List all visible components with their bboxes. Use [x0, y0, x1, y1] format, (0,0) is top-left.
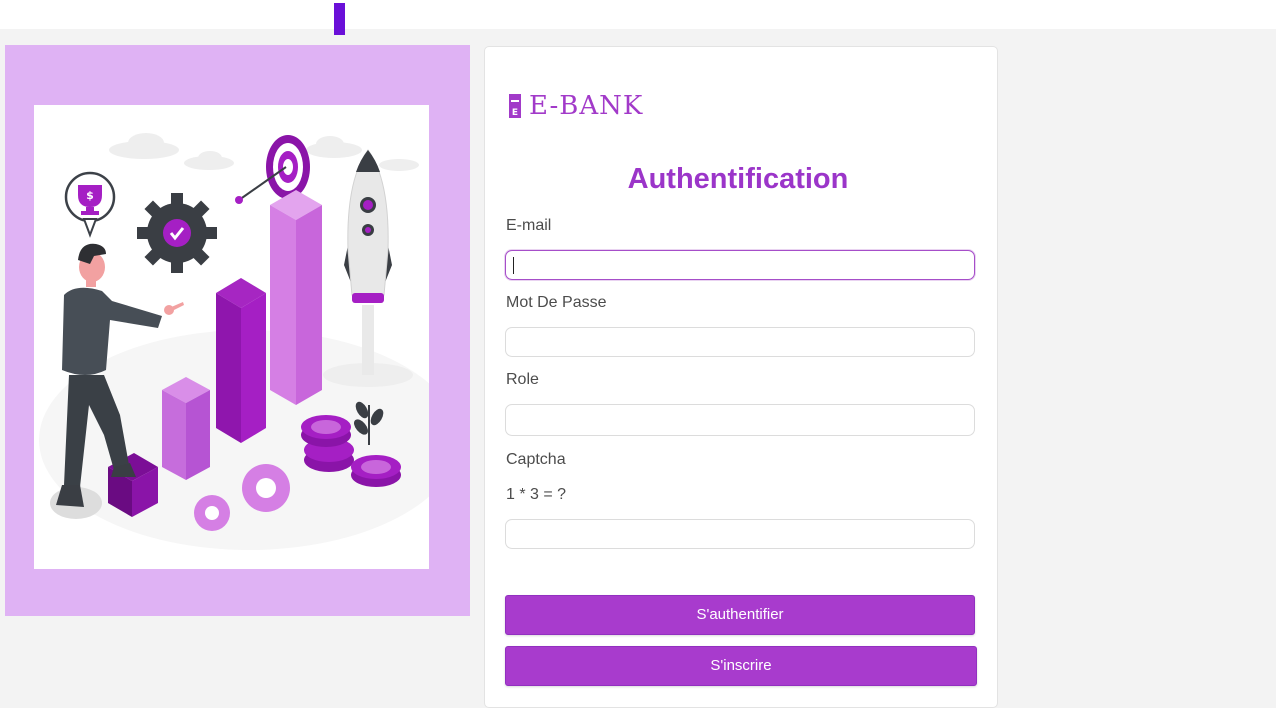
bank-logo-icon: E	[509, 94, 521, 118]
brand: E E-BANK	[509, 91, 643, 121]
captcha-label: Captcha	[506, 451, 566, 468]
brand-name: E-BANK	[529, 91, 644, 121]
password-label: Mot De Passe	[506, 294, 607, 311]
captcha-field[interactable]	[505, 519, 975, 549]
login-button[interactable]: S'authentifier	[505, 595, 975, 635]
role-label: Role	[506, 371, 539, 388]
text-caret	[513, 257, 514, 274]
page-title: Authentification	[627, 163, 849, 195]
topbar-marker	[334, 3, 345, 35]
captcha-question: 1 * 3 = ?	[506, 486, 567, 503]
business-growth-illustration-icon: $	[39, 133, 429, 550]
svg-text:$: $	[86, 189, 94, 202]
email-field[interactable]	[505, 250, 975, 280]
svg-text:E: E	[512, 108, 518, 118]
illustration-panel: $	[5, 45, 470, 616]
login-card: E E-BANK Authentification E-mail Mot De …	[484, 46, 998, 708]
top-bar	[0, 0, 1276, 35]
password-field[interactable]	[505, 327, 975, 357]
register-button[interactable]: S'inscrire	[505, 646, 977, 686]
email-label: E-mail	[506, 217, 552, 234]
illustration-frame: $	[34, 105, 429, 569]
role-field[interactable]	[505, 404, 975, 436]
